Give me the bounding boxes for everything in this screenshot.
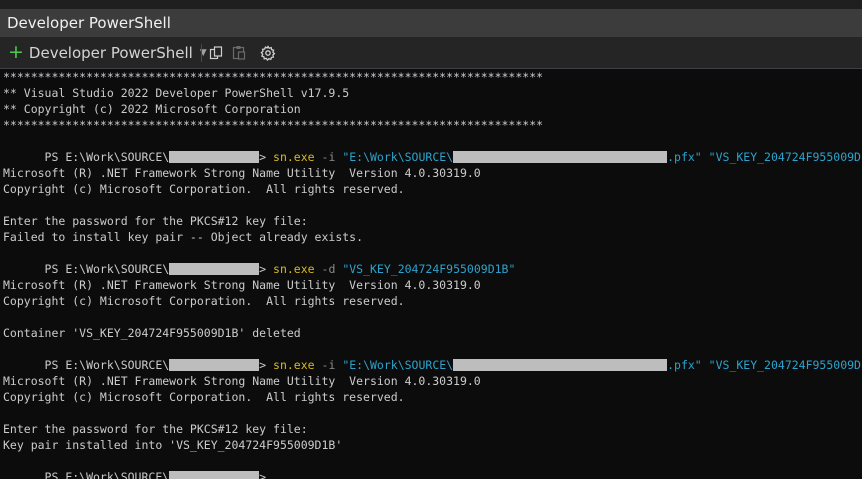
prompt-symbol: > [259, 150, 274, 164]
prompt-symbol: > [259, 470, 267, 479]
path-string: "E:\Work\SOURCE\ [342, 358, 454, 372]
key-string: "VS_KEY_204724F955009D1B" [708, 358, 862, 372]
profile-label: Developer PowerShell [28, 43, 193, 62]
background-window-sliver [0, 0, 862, 9]
prompt: PS E:\Work\SOURCE\ [44, 470, 170, 479]
redacted-block [453, 359, 668, 371]
command-flag: -i [321, 358, 336, 372]
copy-button[interactable] [209, 37, 223, 68]
redacted-block [169, 263, 260, 275]
output-line: Copyright (c) Microsoft Corporation. All… [3, 182, 405, 196]
paste-button[interactable] [232, 37, 246, 68]
prompt: PS E:\Work\SOURCE\ [44, 262, 170, 276]
paste-icon [232, 46, 246, 60]
output-line: Enter the password for the PKCS#12 key f… [3, 214, 308, 228]
plus-icon: + [8, 41, 24, 63]
title-bar[interactable]: Developer PowerShell [0, 9, 862, 37]
prompt-symbol: > [259, 262, 274, 276]
output-line: Copyright (c) Microsoft Corporation. All… [3, 294, 405, 308]
output-line: Microsoft (R) .NET Framework Strong Name… [3, 278, 481, 292]
output-line: Container 'VS_KEY_204724F955009D1B' dele… [3, 326, 301, 340]
command-name: sn.exe [273, 358, 315, 372]
command-line: PS E:\Work\SOURCE\ > sn.exe -i "E:\Work\S… [3, 133, 862, 164]
redacted-block [169, 151, 260, 163]
output-line: Failed to install key pair -- Object alr… [3, 230, 364, 244]
command-name: sn.exe [273, 262, 315, 276]
prompt-symbol: > [259, 358, 274, 372]
window-title: Developer PowerShell [7, 14, 171, 32]
output-line: Enter the password for the PKCS#12 key f… [3, 422, 308, 436]
output-line: Key pair installed into 'VS_KEY_204724F9… [3, 438, 343, 452]
redacted-block [169, 471, 260, 479]
path-string: .pfx" [667, 150, 702, 164]
output-line: Microsoft (R) .NET Framework Strong Name… [3, 374, 481, 388]
command-name: sn.exe [273, 150, 315, 164]
scrollbar[interactable] [856, 69, 862, 479]
new-terminal-button[interactable]: + Developer PowerShell ▼ [8, 37, 207, 68]
command-flag: -d [321, 262, 336, 276]
prompt: PS E:\Work\SOURCE\ [44, 358, 170, 372]
gear-icon [260, 44, 276, 61]
redacted-block [453, 151, 668, 163]
settings-button[interactable] [260, 37, 276, 68]
banner-line: ** Visual Studio 2022 Developer PowerShe… [3, 86, 350, 100]
terminal-output[interactable]: ****************************************… [0, 69, 862, 479]
banner-rule: ****************************************… [3, 70, 544, 84]
path-string: .pfx" [667, 358, 702, 372]
command-line: PS E:\Work\SOURCE\ > sn.exe -i "E:\Work\S… [3, 341, 862, 372]
key-string: "VS_KEY_204724F955009D1B" [708, 150, 862, 164]
redacted-block [169, 359, 260, 371]
toolbar-separator [201, 44, 202, 62]
banner-rule: ****************************************… [3, 118, 544, 132]
banner-line: ** Copyright (c) 2022 Microsoft Corporat… [3, 102, 301, 116]
key-string: "VS_KEY_204724F955009D1B" [342, 262, 516, 276]
command-line: PS E:\Work\SOURCE\ > sn.exe -d "VS_KEY_20… [3, 245, 516, 276]
prompt: PS E:\Work\SOURCE\ [44, 150, 170, 164]
command-line: PS E:\Work\SOURCE\ > [3, 453, 266, 479]
toolbar: + Developer PowerShell ▼ [0, 37, 862, 69]
command-flag: -i [321, 150, 336, 164]
terminal-window: Developer PowerShell + Developer PowerSh… [0, 0, 862, 479]
copy-icon [209, 45, 223, 59]
output-line: Microsoft (R) .NET Framework Strong Name… [3, 166, 481, 180]
path-string: "E:\Work\SOURCE\ [342, 150, 454, 164]
output-line: Copyright (c) Microsoft Corporation. All… [3, 390, 405, 404]
